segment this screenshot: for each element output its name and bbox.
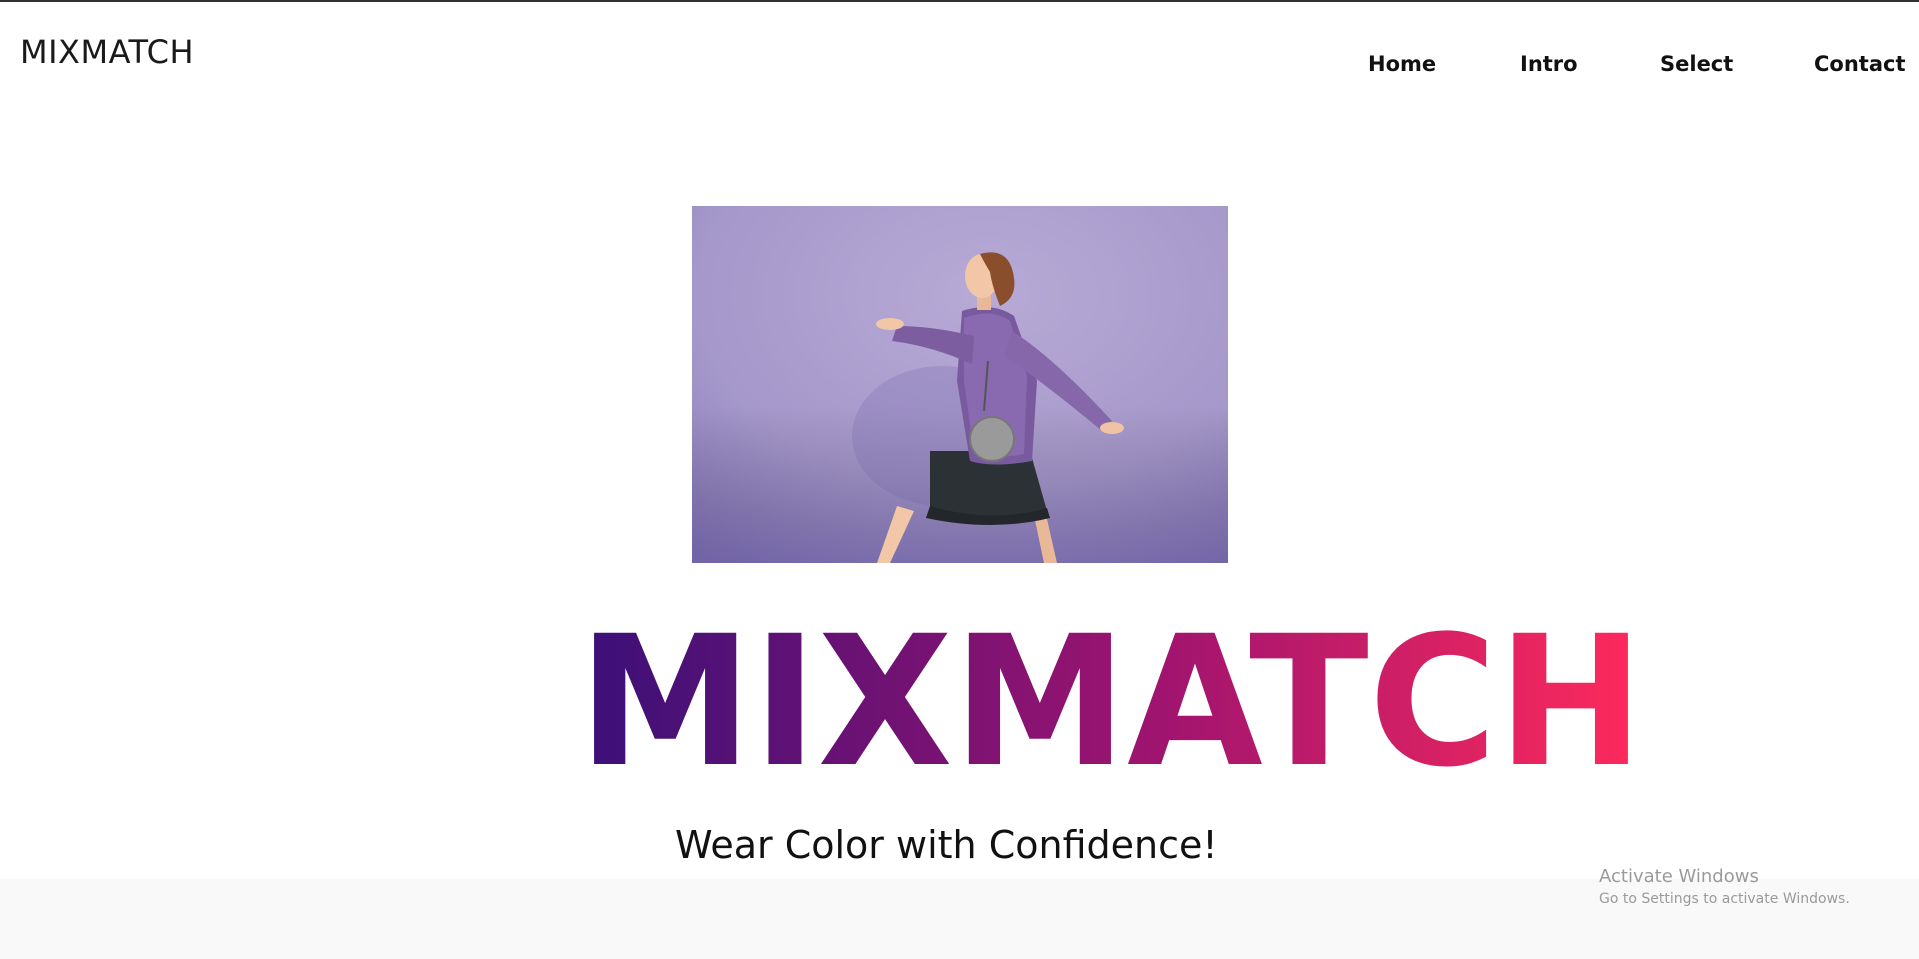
hero-title: MIXMATCH	[578, 600, 1658, 790]
nav-contact-link[interactable]: Contact	[1814, 52, 1906, 76]
hero-title-text: MIXMATCH	[578, 600, 1644, 790]
nav-select-link[interactable]: Select	[1660, 52, 1733, 76]
watermark-subtitle: Go to Settings to activate Windows.	[1599, 891, 1850, 907]
hero-image	[692, 206, 1228, 563]
window-top-border	[0, 0, 1919, 2]
nav-intro-link[interactable]: Intro	[1520, 52, 1578, 76]
hero-tagline: Wear Color with Confidence!	[675, 823, 1218, 867]
os-activation-watermark: Activate Windows Go to Settings to activ…	[1599, 866, 1850, 907]
nav-home-link[interactable]: Home	[1368, 52, 1436, 76]
main-nav: Home Intro Select Contact	[0, 52, 1919, 82]
watermark-title: Activate Windows	[1599, 866, 1759, 887]
